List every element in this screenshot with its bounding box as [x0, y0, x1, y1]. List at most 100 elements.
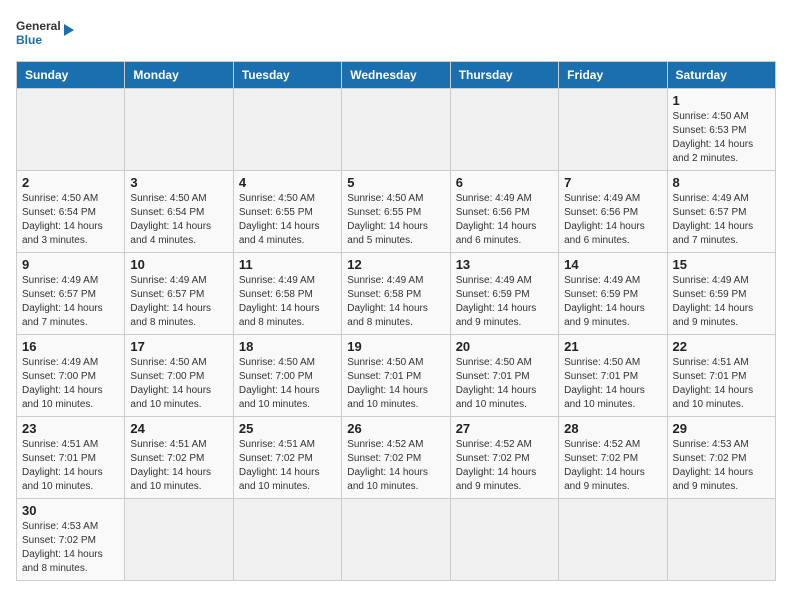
day-number: 25 — [239, 421, 336, 436]
day-number: 29 — [673, 421, 770, 436]
day-number: 13 — [456, 257, 553, 272]
day-info: Sunrise: 4:49 AM Sunset: 6:57 PM Dayligh… — [22, 274, 119, 330]
day-info: Sunrise: 4:49 AM Sunset: 6:57 PM Dayligh… — [130, 274, 227, 330]
day-info: Sunrise: 4:53 AM Sunset: 7:02 PM Dayligh… — [22, 520, 119, 576]
day-info: Sunrise: 4:52 AM Sunset: 7:02 PM Dayligh… — [564, 438, 661, 494]
day-cell: 14 Sunrise: 4:49 AM Sunset: 6:59 PM Dayli… — [559, 253, 667, 335]
day-cell: 3 Sunrise: 4:50 AM Sunset: 6:54 PM Daylig… — [125, 171, 233, 253]
day-cell: 8 Sunrise: 4:49 AM Sunset: 6:57 PM Daylig… — [667, 171, 775, 253]
day-cell: 28 Sunrise: 4:52 AM Sunset: 7:02 PM Dayli… — [559, 417, 667, 499]
calendar-table: SundayMondayTuesdayWednesdayThursdayFrid… — [16, 61, 776, 581]
day-number: 4 — [239, 175, 336, 190]
day-info: Sunrise: 4:49 AM Sunset: 6:56 PM Dayligh… — [456, 192, 553, 248]
day-cell: 15Sunrise: 4:49 AM Sunset: 6:59 PM Dayli… — [667, 253, 775, 335]
weekday-header-saturday: Saturday — [667, 62, 775, 89]
day-number: 27 — [456, 421, 553, 436]
day-info: Sunrise: 4:50 AM Sunset: 6:54 PM Dayligh… — [130, 192, 227, 248]
day-info: Sunrise: 4:49 AM Sunset: 6:56 PM Dayligh… — [564, 192, 661, 248]
day-cell — [17, 89, 125, 171]
day-info: Sunrise: 4:49 AM Sunset: 7:00 PM Dayligh… — [22, 356, 119, 412]
day-cell: 13 Sunrise: 4:49 AM Sunset: 6:59 PM Dayli… — [450, 253, 558, 335]
day-cell: 25 Sunrise: 4:51 AM Sunset: 7:02 PM Dayli… — [233, 417, 341, 499]
day-info: Sunrise: 4:50 AM Sunset: 6:55 PM Dayligh… — [347, 192, 444, 248]
weekday-header-sunday: Sunday — [17, 62, 125, 89]
week-row-3: 16Sunrise: 4:49 AM Sunset: 7:00 PM Dayli… — [17, 335, 776, 417]
svg-text:Blue: Blue — [16, 33, 42, 47]
week-row-2: 9Sunrise: 4:49 AM Sunset: 6:57 PM Daylig… — [17, 253, 776, 335]
day-cell: 29 Sunrise: 4:53 AM Sunset: 7:02 PM Dayli… — [667, 417, 775, 499]
day-cell: 18Sunrise: 4:50 AM Sunset: 7:00 PM Dayli… — [233, 335, 341, 417]
day-number: 19 — [347, 339, 444, 354]
day-number: 6 — [456, 175, 553, 190]
day-info: Sunrise: 4:50 AM Sunset: 6:53 PM Dayligh… — [673, 110, 770, 166]
day-info: Sunrise: 4:49 AM Sunset: 6:58 PM Dayligh… — [239, 274, 336, 330]
weekday-header-wednesday: Wednesday — [342, 62, 450, 89]
day-cell: 17Sunrise: 4:50 AM Sunset: 7:00 PM Dayli… — [125, 335, 233, 417]
day-info: Sunrise: 4:53 AM Sunset: 7:02 PM Dayligh… — [673, 438, 770, 494]
day-cell: 19 Sunrise: 4:50 AM Sunset: 7:01 PM Dayli… — [342, 335, 450, 417]
weekday-header-row: SundayMondayTuesdayWednesdayThursdayFrid… — [17, 62, 776, 89]
day-cell: 7 Sunrise: 4:49 AM Sunset: 6:56 PM Daylig… — [559, 171, 667, 253]
day-cell: 30 Sunrise: 4:53 AM Sunset: 7:02 PM Dayli… — [17, 499, 125, 581]
day-number: 3 — [130, 175, 227, 190]
day-info: Sunrise: 4:51 AM Sunset: 7:02 PM Dayligh… — [239, 438, 336, 494]
day-info: Sunrise: 4:51 AM Sunset: 7:01 PM Dayligh… — [673, 356, 770, 412]
day-number: 11 — [239, 257, 336, 272]
day-cell: 27 Sunrise: 4:52 AM Sunset: 7:02 PM Dayli… — [450, 417, 558, 499]
weekday-header-monday: Monday — [125, 62, 233, 89]
week-row-4: 23Sunrise: 4:51 AM Sunset: 7:01 PM Dayli… — [17, 417, 776, 499]
day-cell: 5 Sunrise: 4:50 AM Sunset: 6:55 PM Daylig… — [342, 171, 450, 253]
day-cell: 24Sunrise: 4:51 AM Sunset: 7:02 PM Dayli… — [125, 417, 233, 499]
day-info: Sunrise: 4:49 AM Sunset: 6:59 PM Dayligh… — [564, 274, 661, 330]
day-info: Sunrise: 4:50 AM Sunset: 7:01 PM Dayligh… — [456, 356, 553, 412]
day-number: 10 — [130, 257, 227, 272]
logo: GeneralBlue — [16, 16, 76, 51]
day-info: Sunrise: 4:49 AM Sunset: 6:59 PM Dayligh… — [456, 274, 553, 330]
day-info: Sunrise: 4:50 AM Sunset: 7:01 PM Dayligh… — [347, 356, 444, 412]
logo-svg: GeneralBlue — [16, 16, 76, 51]
day-number: 12 — [347, 257, 444, 272]
day-cell: 10 Sunrise: 4:49 AM Sunset: 6:57 PM Dayli… — [125, 253, 233, 335]
weekday-header-thursday: Thursday — [450, 62, 558, 89]
day-cell — [559, 499, 667, 581]
day-info: Sunrise: 4:52 AM Sunset: 7:02 PM Dayligh… — [456, 438, 553, 494]
day-cell: 6 Sunrise: 4:49 AM Sunset: 6:56 PM Daylig… — [450, 171, 558, 253]
day-cell — [450, 499, 558, 581]
day-number: 8 — [673, 175, 770, 190]
day-number: 21 — [564, 339, 661, 354]
weekday-header-tuesday: Tuesday — [233, 62, 341, 89]
day-number: 30 — [22, 503, 119, 518]
day-number: 5 — [347, 175, 444, 190]
day-cell — [125, 89, 233, 171]
day-info: Sunrise: 4:50 AM Sunset: 7:00 PM Dayligh… — [239, 356, 336, 412]
day-cell: 22 Sunrise: 4:51 AM Sunset: 7:01 PM Dayli… — [667, 335, 775, 417]
day-cell: 21Sunrise: 4:50 AM Sunset: 7:01 PM Dayli… — [559, 335, 667, 417]
day-number: 2 — [22, 175, 119, 190]
day-number: 7 — [564, 175, 661, 190]
day-info: Sunrise: 4:50 AM Sunset: 6:55 PM Dayligh… — [239, 192, 336, 248]
day-number: 20 — [456, 339, 553, 354]
day-cell: 12 Sunrise: 4:49 AM Sunset: 6:58 PM Dayli… — [342, 253, 450, 335]
day-info: Sunrise: 4:51 AM Sunset: 7:01 PM Dayligh… — [22, 438, 119, 494]
day-info: Sunrise: 4:49 AM Sunset: 6:59 PM Dayligh… — [673, 274, 770, 330]
week-row-1: 2 Sunrise: 4:50 AM Sunset: 6:54 PM Daylig… — [17, 171, 776, 253]
day-number: 26 — [347, 421, 444, 436]
svg-text:General: General — [16, 19, 61, 33]
day-cell — [342, 499, 450, 581]
day-number: 1 — [673, 93, 770, 108]
day-cell: 2Sunrise: 4:50 AM Sunset: 6:54 PM Daylig… — [17, 171, 125, 253]
day-info: Sunrise: 4:49 AM Sunset: 6:57 PM Dayligh… — [673, 192, 770, 248]
day-cell: 11 Sunrise: 4:49 AM Sunset: 6:58 PM Dayli… — [233, 253, 341, 335]
day-cell — [667, 499, 775, 581]
day-number: 22 — [673, 339, 770, 354]
day-info: Sunrise: 4:49 AM Sunset: 6:58 PM Dayligh… — [347, 274, 444, 330]
day-cell — [233, 89, 341, 171]
day-number: 24 — [130, 421, 227, 436]
day-number: 28 — [564, 421, 661, 436]
day-number: 14 — [564, 257, 661, 272]
day-cell: 16Sunrise: 4:49 AM Sunset: 7:00 PM Dayli… — [17, 335, 125, 417]
day-cell: 23Sunrise: 4:51 AM Sunset: 7:01 PM Dayli… — [17, 417, 125, 499]
day-cell: 20 Sunrise: 4:50 AM Sunset: 7:01 PM Dayli… — [450, 335, 558, 417]
day-cell — [559, 89, 667, 171]
weekday-header-friday: Friday — [559, 62, 667, 89]
